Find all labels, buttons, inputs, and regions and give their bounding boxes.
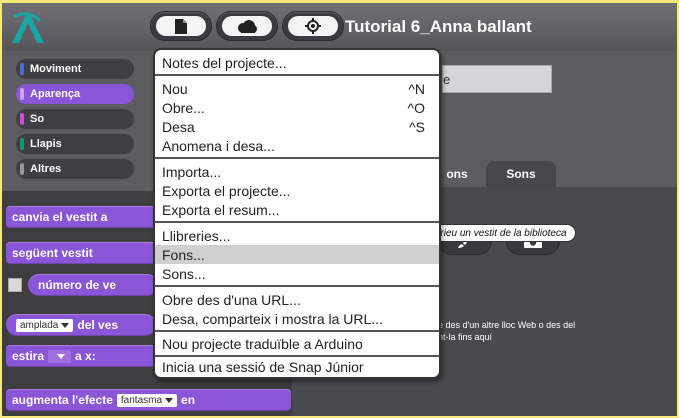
- snap-app-window: Tutorial 6_Anna ballant Moviment Aparenç…: [2, 3, 677, 416]
- tab-label: Sons: [506, 167, 536, 181]
- category-color-bar: [20, 138, 24, 150]
- menu-item-costumes[interactable]: Fons...: [155, 245, 439, 264]
- menu-divider: [155, 285, 439, 287]
- category-color-bar: [20, 163, 24, 175]
- block-label: número de ve: [38, 278, 117, 292]
- block-change-effect[interactable]: augmenta l'efecte fantasma en: [6, 389, 291, 411]
- menu-item-new[interactable]: Nou ^N: [155, 79, 439, 98]
- block-label: estira: [12, 349, 45, 363]
- category-looks[interactable]: Aparença: [16, 84, 134, 104]
- menu-item-arduino-project[interactable]: Nou projecte traduïble a Arduino: [155, 334, 439, 353]
- category-selector: Moviment Aparença So Llapis Altres: [2, 51, 162, 191]
- block-label: següent vestit: [12, 246, 93, 260]
- stretch-dropdown[interactable]: [48, 349, 72, 363]
- sprite-name-value: e: [443, 72, 451, 87]
- project-title: Tutorial 6_Anna ballant: [345, 17, 532, 36]
- menu-item-export-summary[interactable]: Exporta el resum...: [155, 200, 439, 219]
- file-dropdown-menu: Notes del projecte... Nou ^N Obre... ^O …: [153, 48, 441, 379]
- menu-item-label: Inicia una sessió de Snap Júnior: [162, 358, 364, 375]
- tab-label: ons: [446, 167, 468, 181]
- menu-item-share-url[interactable]: Desa, comparteix i mostra la URL...: [155, 309, 439, 328]
- menu-item-shortcut: ^O: [407, 99, 425, 116]
- menu-item-notes[interactable]: Notes del projecte...: [155, 53, 439, 72]
- block-stretch[interactable]: estira a x:: [6, 345, 156, 367]
- block-label: augmenta l'efecte: [12, 393, 113, 407]
- menu-item-sounds[interactable]: Sons...: [155, 264, 439, 283]
- menu-item-label: Desa, comparteix i mostra la URL...: [162, 310, 383, 327]
- chevron-down-icon: [61, 322, 70, 328]
- chevron-down-icon: [57, 353, 66, 359]
- category-sound[interactable]: So: [16, 109, 134, 129]
- effect-dropdown[interactable]: fantasma: [116, 393, 178, 407]
- category-pen[interactable]: Llapis: [16, 134, 134, 154]
- category-label: Altres: [30, 163, 62, 175]
- settings-menu-button[interactable]: [282, 11, 344, 41]
- menu-item-label: Notes del projecte...: [162, 54, 287, 71]
- menu-item-label: Anomena i desa...: [162, 137, 275, 154]
- category-label: Llapis: [30, 138, 62, 150]
- menu-divider: [155, 330, 439, 332]
- block-switch-costume[interactable]: canvia el vestit a: [6, 206, 156, 228]
- menu-item-libraries[interactable]: Llibreries...: [155, 226, 439, 245]
- category-motion[interactable]: Moviment: [16, 59, 134, 79]
- tab-sounds[interactable]: Sons: [486, 161, 556, 187]
- menu-divider: [155, 74, 439, 76]
- menu-item-label: Exporta el projecte...: [162, 182, 291, 199]
- menu-item-open[interactable]: Obre... ^O: [155, 98, 439, 117]
- block-next-costume[interactable]: següent vestit: [6, 242, 156, 264]
- menu-item-save[interactable]: Desa ^S: [155, 117, 439, 136]
- gear-icon: [305, 18, 321, 34]
- menu-item-open-url[interactable]: Obre des d'una URL...: [155, 290, 439, 309]
- drop-hint-line: nt-la fins aquí: [438, 332, 493, 342]
- menu-item-shortcut: ^S: [409, 118, 425, 135]
- category-label: Moviment: [30, 63, 82, 75]
- category-color-bar: [20, 113, 24, 125]
- block-label: en: [181, 393, 196, 407]
- menu-item-label: Obre...: [162, 99, 205, 116]
- menu-item-label: Nou: [162, 80, 188, 97]
- menu-item-label: Fons...: [162, 246, 205, 263]
- menu-item-shortcut: ^N: [408, 80, 425, 97]
- category-other[interactable]: Altres: [16, 159, 134, 179]
- menu-divider: [155, 221, 439, 223]
- category-color-bar: [20, 63, 24, 75]
- block-attribute[interactable]: amplada del ves: [6, 314, 156, 336]
- sprite-name-field[interactable]: e: [442, 65, 552, 93]
- top-bar: Tutorial 6_Anna ballant: [2, 3, 677, 51]
- menu-item-label: Nou projecte traduïble a Arduino: [162, 335, 363, 352]
- category-label: So: [30, 113, 45, 125]
- category-label: Aparença: [30, 88, 81, 100]
- watcher-checkbox[interactable]: [8, 278, 22, 292]
- attribute-dropdown[interactable]: amplada: [16, 318, 74, 332]
- menu-item-import[interactable]: Importa...: [155, 162, 439, 181]
- menu-item-label: Obre des d'una URL...: [162, 291, 301, 308]
- slot-label: fantasma: [120, 394, 163, 406]
- cloud-menu-button[interactable]: [216, 11, 278, 41]
- block-costume-number[interactable]: número de ve: [28, 274, 158, 296]
- menu-item-label: Importa...: [162, 163, 222, 180]
- drop-hint-text: e des d'un altre lloc Web o des del nt-l…: [438, 319, 575, 343]
- category-color-bar: [20, 88, 24, 100]
- menu-item-snap-junior[interactable]: Inicia una sessió de Snap Júnior: [155, 357, 439, 376]
- file-menu-button[interactable]: [150, 11, 212, 41]
- drop-hint-line: e des d'un altre lloc Web o des del: [438, 320, 576, 330]
- slot-label: amplada: [20, 319, 59, 331]
- cloud-icon: [238, 19, 257, 33]
- menu-item-save-as[interactable]: Anomena i desa...: [155, 136, 439, 155]
- block-label: canvia el vestit a: [12, 210, 108, 224]
- menu-item-label: Sons...: [162, 265, 206, 282]
- menu-divider: [155, 157, 439, 159]
- menu-item-label: Llibreries...: [162, 227, 231, 244]
- menu-item-export-project[interactable]: Exporta el projecte...: [155, 181, 439, 200]
- file-icon: [175, 18, 187, 34]
- block-label: del ves: [77, 318, 119, 332]
- snap-logo-icon[interactable]: [10, 7, 46, 45]
- chevron-down-icon: [165, 397, 174, 403]
- menu-item-label: Exporta el resum...: [162, 201, 280, 218]
- menu-item-label: Desa: [162, 118, 195, 135]
- library-tooltip: Trieu un vestit de la biblioteca: [426, 224, 576, 242]
- block-label: a x:: [75, 349, 96, 363]
